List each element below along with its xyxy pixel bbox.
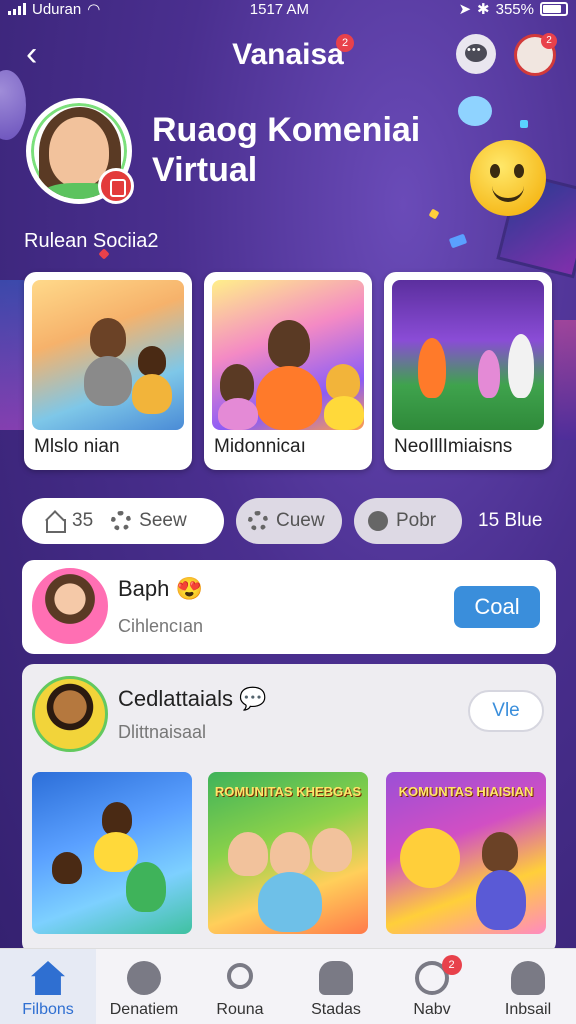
battery-percent: 355%	[495, 0, 534, 18]
post-card[interactable]: Baph 😍 Cihlencıan Coal	[22, 560, 556, 654]
post-card[interactable]: Cedlattaials 💬 Dlittnaisaal Vle ROMUNITA…	[22, 664, 556, 954]
carrier-label: Uduran	[32, 0, 82, 18]
home-icon	[31, 961, 65, 995]
post-subtitle: Dlittnaisaal	[118, 722, 207, 742]
nav-label: Stadas	[311, 1001, 361, 1018]
gear-icon	[111, 511, 132, 531]
avatar[interactable]	[32, 568, 108, 644]
location-icon: ➤	[458, 1, 472, 18]
gear-icon	[248, 511, 268, 531]
camera-icon[interactable]	[98, 168, 134, 204]
nav-item-notifications[interactable]: 2 Nabv	[384, 949, 480, 1024]
notification-badge: 2	[541, 33, 557, 49]
chat-button[interactable]	[456, 34, 496, 74]
post-author: Cedlattaials 💬	[118, 686, 267, 711]
bottom-navigation: Filbons Denatiem Rouna Stadas 2 Nabv Inb…	[0, 948, 576, 1024]
stats-icon	[319, 961, 353, 995]
nav-label: Nabv	[413, 1001, 451, 1018]
featured-card[interactable]: Midonnicaı	[204, 272, 372, 470]
user-icon	[511, 961, 545, 995]
nav-label: Rouna	[216, 1001, 264, 1018]
chip-count: 35	[72, 510, 94, 531]
featured-card[interactable]: NeoIllImiaisns	[384, 272, 552, 470]
emoji-icon: 💬	[232, 686, 267, 711]
card-label: Midonnicaı	[214, 436, 306, 457]
search-icon	[227, 963, 253, 989]
card-image	[212, 280, 364, 430]
confetti-decoration	[428, 208, 440, 220]
card-label: NeoIllImiaisns	[394, 436, 513, 457]
nav-item-home[interactable]: Filbons	[0, 949, 96, 1024]
status-bar: Uduran ◠ 1517 AM ➤ ✱ 355%	[0, 0, 576, 18]
card-image	[32, 280, 184, 430]
card-label: Mlslo nian	[34, 436, 120, 457]
filter-chip-home[interactable]: 35 Seew	[22, 498, 224, 544]
notification-button[interactable]: 2	[514, 33, 557, 76]
nav-label: Filbons	[22, 1001, 74, 1018]
bear-sticker-icon	[458, 96, 492, 126]
image-caption: ROMUNITAS KHEBGAS	[214, 784, 362, 799]
chip-label: Pobr	[396, 510, 437, 531]
clock: 1517 AM	[249, 0, 309, 18]
emoji-icon: 😍	[169, 576, 203, 601]
call-button[interactable]: Coal	[454, 586, 540, 628]
bluetooth-icon: ✱	[477, 1, 490, 18]
signal-icon	[8, 3, 26, 15]
filter-chip-chat[interactable]: Pobr	[354, 498, 462, 544]
nav-item-profile[interactable]: Inbsail	[480, 949, 576, 1024]
image-caption: KOMUNTAS HIAISIAN	[398, 784, 534, 799]
title-badge: 2	[336, 34, 354, 52]
smiley-emoji-icon	[470, 140, 546, 216]
filter-bar: 35 Seew Cuew Pobr 15 Blue	[0, 498, 576, 544]
paper-plane-decoration	[448, 233, 468, 249]
nav-badge: 2	[441, 955, 462, 975]
nav-item-activity[interactable]: Denatiem	[96, 949, 192, 1024]
community-title: Ruaog Komeniai Virtual	[152, 111, 421, 189]
community-subtitle: Rulean Sociia2	[24, 230, 159, 252]
view-button[interactable]: Vle	[468, 690, 544, 732]
chat-bubble-icon	[368, 511, 388, 531]
filter-chip-settings[interactable]: Cuew	[236, 498, 342, 544]
check-icon	[127, 961, 161, 995]
featured-cards: Mlslo nian Midonnicaı NeoIllImiaisns	[0, 272, 576, 470]
nav-label: Inbsail	[504, 1001, 552, 1018]
app-header: ‹ Vanaisa 2 2	[0, 30, 576, 82]
chip-label: Cuew	[276, 510, 325, 531]
nav-item-stats[interactable]: Stadas	[288, 949, 384, 1024]
post-image[interactable]: ROMUNITAS KHEBGAS	[208, 772, 368, 934]
post-image[interactable]: KOMUNTAS HIAISIAN	[386, 772, 546, 934]
post-image[interactable]	[32, 772, 192, 934]
member-count: 15 Blue	[478, 510, 543, 531]
wifi-icon: ◠	[87, 1, 101, 18]
home-icon	[44, 511, 66, 533]
nav-label: Denatiem	[109, 1001, 179, 1018]
post-author: Baph 😍	[118, 576, 203, 601]
battery-icon	[539, 2, 568, 16]
confetti-decoration	[520, 120, 528, 128]
nav-item-search[interactable]: Rouna	[192, 949, 288, 1024]
chip-label: Seew	[139, 510, 187, 531]
featured-card[interactable]: Mlslo nian	[24, 272, 192, 470]
avatar[interactable]	[32, 676, 108, 752]
post-subtitle: Cihlencıan	[118, 616, 204, 636]
card-image	[392, 280, 544, 430]
